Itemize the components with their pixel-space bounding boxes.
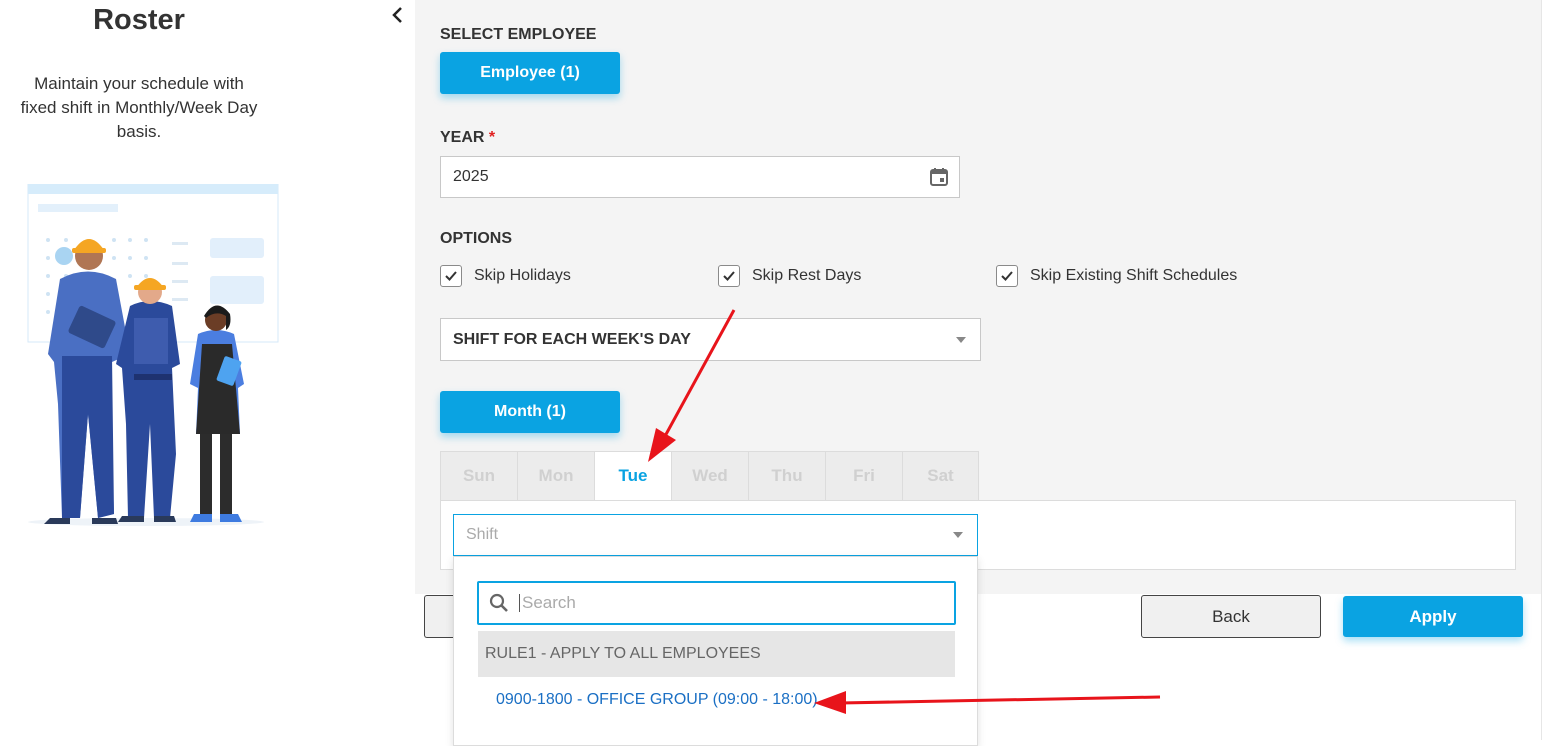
- tab-tue[interactable]: Tue: [594, 451, 671, 501]
- tab-thu[interactable]: Thu: [748, 451, 825, 501]
- options-label: OPTIONS: [440, 230, 513, 247]
- calendar-icon[interactable]: [929, 167, 949, 187]
- back-button[interactable]: Back: [1141, 595, 1321, 638]
- select-employee-label: SELECT EMPLOYEE: [440, 26, 597, 43]
- year-label-text: YEAR: [440, 129, 485, 146]
- year-label: YEAR *: [440, 129, 495, 147]
- shift-placeholder: Shift: [466, 526, 499, 543]
- tab-wed[interactable]: Wed: [671, 451, 748, 501]
- required-mark: *: [488, 129, 496, 146]
- search-icon: [489, 593, 508, 612]
- workers-illustration: [27, 184, 279, 526]
- search-placeholder: Search: [522, 593, 576, 612]
- skip-rest-days-checkbox[interactable]: [718, 265, 740, 287]
- tab-fri[interactable]: Fri: [825, 451, 902, 501]
- left-panel: Roster Maintain your schedule with fixed…: [0, 0, 415, 740]
- search-input[interactable]: Search: [477, 581, 956, 625]
- skip-existing-schedules-option[interactable]: Skip Existing Shift Schedules: [996, 264, 1237, 288]
- skip-existing-schedules-label: Skip Existing Shift Schedules: [1030, 267, 1238, 284]
- skip-holidays-option[interactable]: Skip Holidays: [440, 264, 571, 288]
- skip-existing-schedules-checkbox[interactable]: [996, 265, 1018, 287]
- skip-rest-days-option[interactable]: Skip Rest Days: [718, 264, 861, 288]
- footer-left-button[interactable]: [424, 595, 454, 638]
- shift-select[interactable]: Shift: [453, 514, 978, 556]
- shift-mode-value: SHIFT FOR EACH WEEK'S DAY: [453, 330, 691, 348]
- shift-option[interactable]: 0900-1800 - OFFICE GROUP (09:00 - 18:00): [478, 681, 955, 719]
- tab-sat[interactable]: Sat: [902, 451, 979, 501]
- shift-dropdown: Search RULE1 - APPLY TO ALL EMPLOYEES 09…: [453, 556, 978, 746]
- skip-holidays-checkbox[interactable]: [440, 265, 462, 287]
- skip-rest-days-label: Skip Rest Days: [752, 267, 862, 284]
- page-title: Roster: [93, 4, 185, 36]
- page-description: Maintain your schedule with fixed shift …: [20, 74, 258, 141]
- collapse-panel-icon[interactable]: [388, 4, 408, 26]
- employee-button[interactable]: Employee (1): [440, 52, 620, 94]
- apply-button[interactable]: Apply: [1343, 596, 1523, 637]
- year-input[interactable]: 2025: [440, 156, 960, 198]
- check-icon: [445, 271, 457, 281]
- text-cursor: [519, 594, 520, 612]
- month-button[interactable]: Month (1): [440, 391, 620, 433]
- weekday-tabs: Sun Mon Tue Wed Thu Fri Sat: [440, 451, 979, 501]
- check-icon: [723, 271, 735, 281]
- check-icon: [1001, 271, 1013, 281]
- option-group-label: RULE1 - APPLY TO ALL EMPLOYEES: [478, 631, 955, 677]
- chevron-down-icon: [956, 336, 966, 343]
- tab-sun[interactable]: Sun: [440, 451, 517, 501]
- skip-holidays-label: Skip Holidays: [474, 267, 571, 284]
- tab-mon[interactable]: Mon: [517, 451, 594, 501]
- year-value: 2025: [453, 168, 489, 185]
- shift-mode-select[interactable]: SHIFT FOR EACH WEEK'S DAY: [440, 318, 981, 361]
- chevron-down-icon: [953, 532, 963, 538]
- scrollbar[interactable]: [1541, 0, 1556, 740]
